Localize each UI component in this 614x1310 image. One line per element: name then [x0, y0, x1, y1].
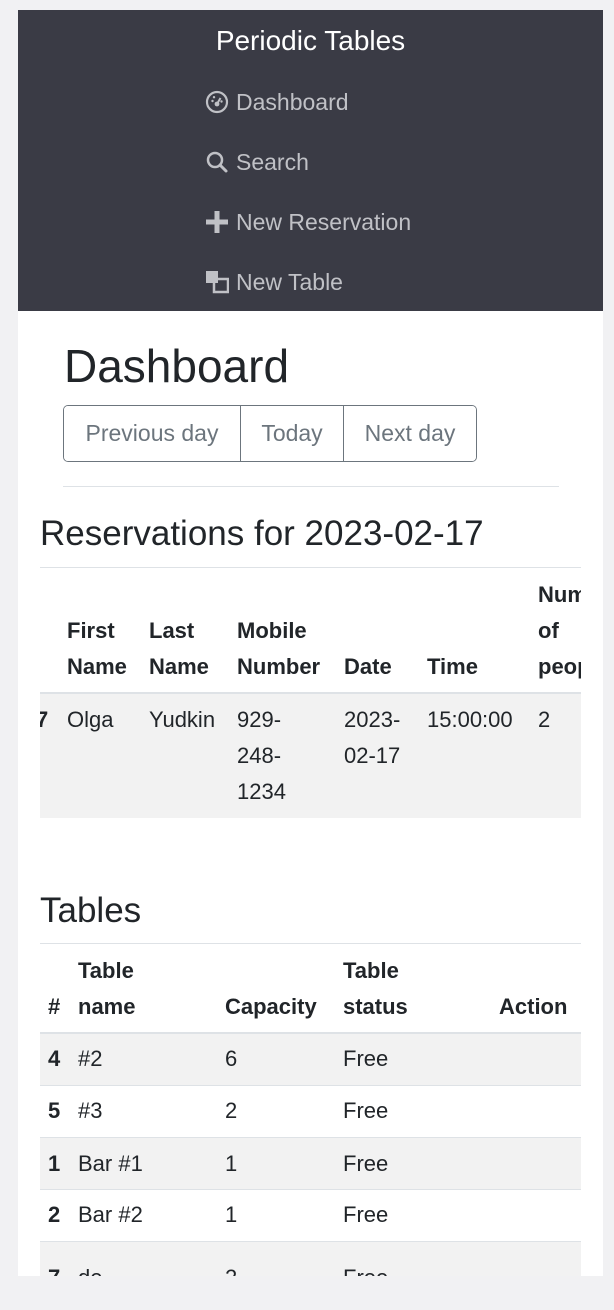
table-name: de [78, 1260, 102, 1276]
nav-item-label: Search [236, 148, 309, 175]
table-status: Free [343, 1098, 389, 1123]
table-capacity: 1 [225, 1151, 238, 1176]
table-row [40, 1034, 581, 1085]
reservation-date: 2023- 02-17 [344, 707, 401, 768]
previous-day-button[interactable]: Previous day [64, 406, 240, 461]
column-header-capacity: Capacity [225, 994, 317, 1019]
column-header-table-name: Table name [78, 958, 136, 1019]
table-capacity: 1 [225, 1202, 238, 1227]
reservations-table: First Name Last Name Mobile Number Date … [40, 570, 581, 818]
nav-item-new-table[interactable]: New Table [204, 266, 343, 298]
new-table-icon [204, 269, 230, 295]
column-header-action: Action [499, 994, 568, 1019]
search-icon [204, 149, 230, 175]
sidebar-nav: Periodic Tables Dashboard Search New Res… [18, 10, 603, 311]
reservation-id: 7 [40, 707, 49, 732]
table-name: Bar #1 [78, 1151, 143, 1176]
reservation-first-name: Olga [67, 707, 114, 732]
nav-item-dashboard[interactable]: Dashboard [204, 86, 349, 118]
today-button[interactable]: Today [240, 406, 343, 461]
column-header-table-status: Table status [343, 958, 408, 1019]
table-id: 7 [48, 1260, 60, 1276]
nav-item-label: Dashboard [236, 88, 349, 115]
table-id: 2 [48, 1202, 61, 1227]
divider [40, 1189, 581, 1190]
reservation-last-name: Yudkin [149, 707, 216, 732]
column-header-id: # [48, 994, 61, 1019]
table-id: 5 [48, 1098, 61, 1123]
table-status: Free [343, 1260, 388, 1276]
nav-item-label: New Table [236, 268, 343, 295]
page-title: Dashboard [64, 340, 290, 392]
table-row [40, 1242, 581, 1276]
column-header-people: Number of people [538, 582, 581, 679]
reservations-heading: Reservations for 2023-02-17 [40, 514, 484, 553]
column-header-first-name: First Name [67, 618, 127, 679]
dashboard-icon [204, 89, 230, 115]
column-header-last-name: Last Name [149, 618, 209, 679]
nav-item-label: New Reservation [236, 208, 412, 235]
table-capacity: 2 [225, 1098, 238, 1123]
tables-heading: Tables [40, 891, 142, 930]
column-header-date: Date [344, 654, 392, 679]
reservation-time: 15:00:00 [427, 707, 513, 732]
table-status: Free [343, 1046, 389, 1071]
divider [40, 567, 581, 568]
divider [40, 1085, 581, 1086]
day-navigation: Previous day Today Next day [63, 405, 477, 462]
brand-title[interactable]: Periodic Tables [18, 24, 603, 58]
column-header-mobile-number: Mobile Number [237, 618, 321, 679]
table-id: 4 [48, 1046, 61, 1071]
table-name: Bar #2 [78, 1202, 143, 1227]
divider [40, 943, 581, 944]
reservation-people: 2 [538, 707, 551, 732]
next-day-button[interactable]: Next day [343, 406, 476, 461]
table-id: 1 [48, 1151, 61, 1176]
table-status: Free [343, 1202, 389, 1227]
table-name: #3 [78, 1098, 103, 1123]
reservation-mobile-number: 929- 248- 1234 [237, 707, 286, 804]
table-capacity: 6 [225, 1046, 238, 1071]
table-status: Free [343, 1151, 389, 1176]
divider [63, 486, 559, 487]
tables-table: # Table name Capacity Table status Actio… [40, 946, 581, 1276]
table-capacity: 2 [225, 1260, 237, 1276]
nav-item-search[interactable]: Search [204, 146, 309, 178]
nav-item-new-reservation[interactable]: New Reservation [204, 206, 411, 238]
plus-icon [204, 209, 230, 235]
table-name: #2 [78, 1046, 103, 1071]
column-header-time: Time [427, 654, 478, 679]
app-page: Periodic Tables Dashboard Search New Res… [18, 10, 603, 1276]
